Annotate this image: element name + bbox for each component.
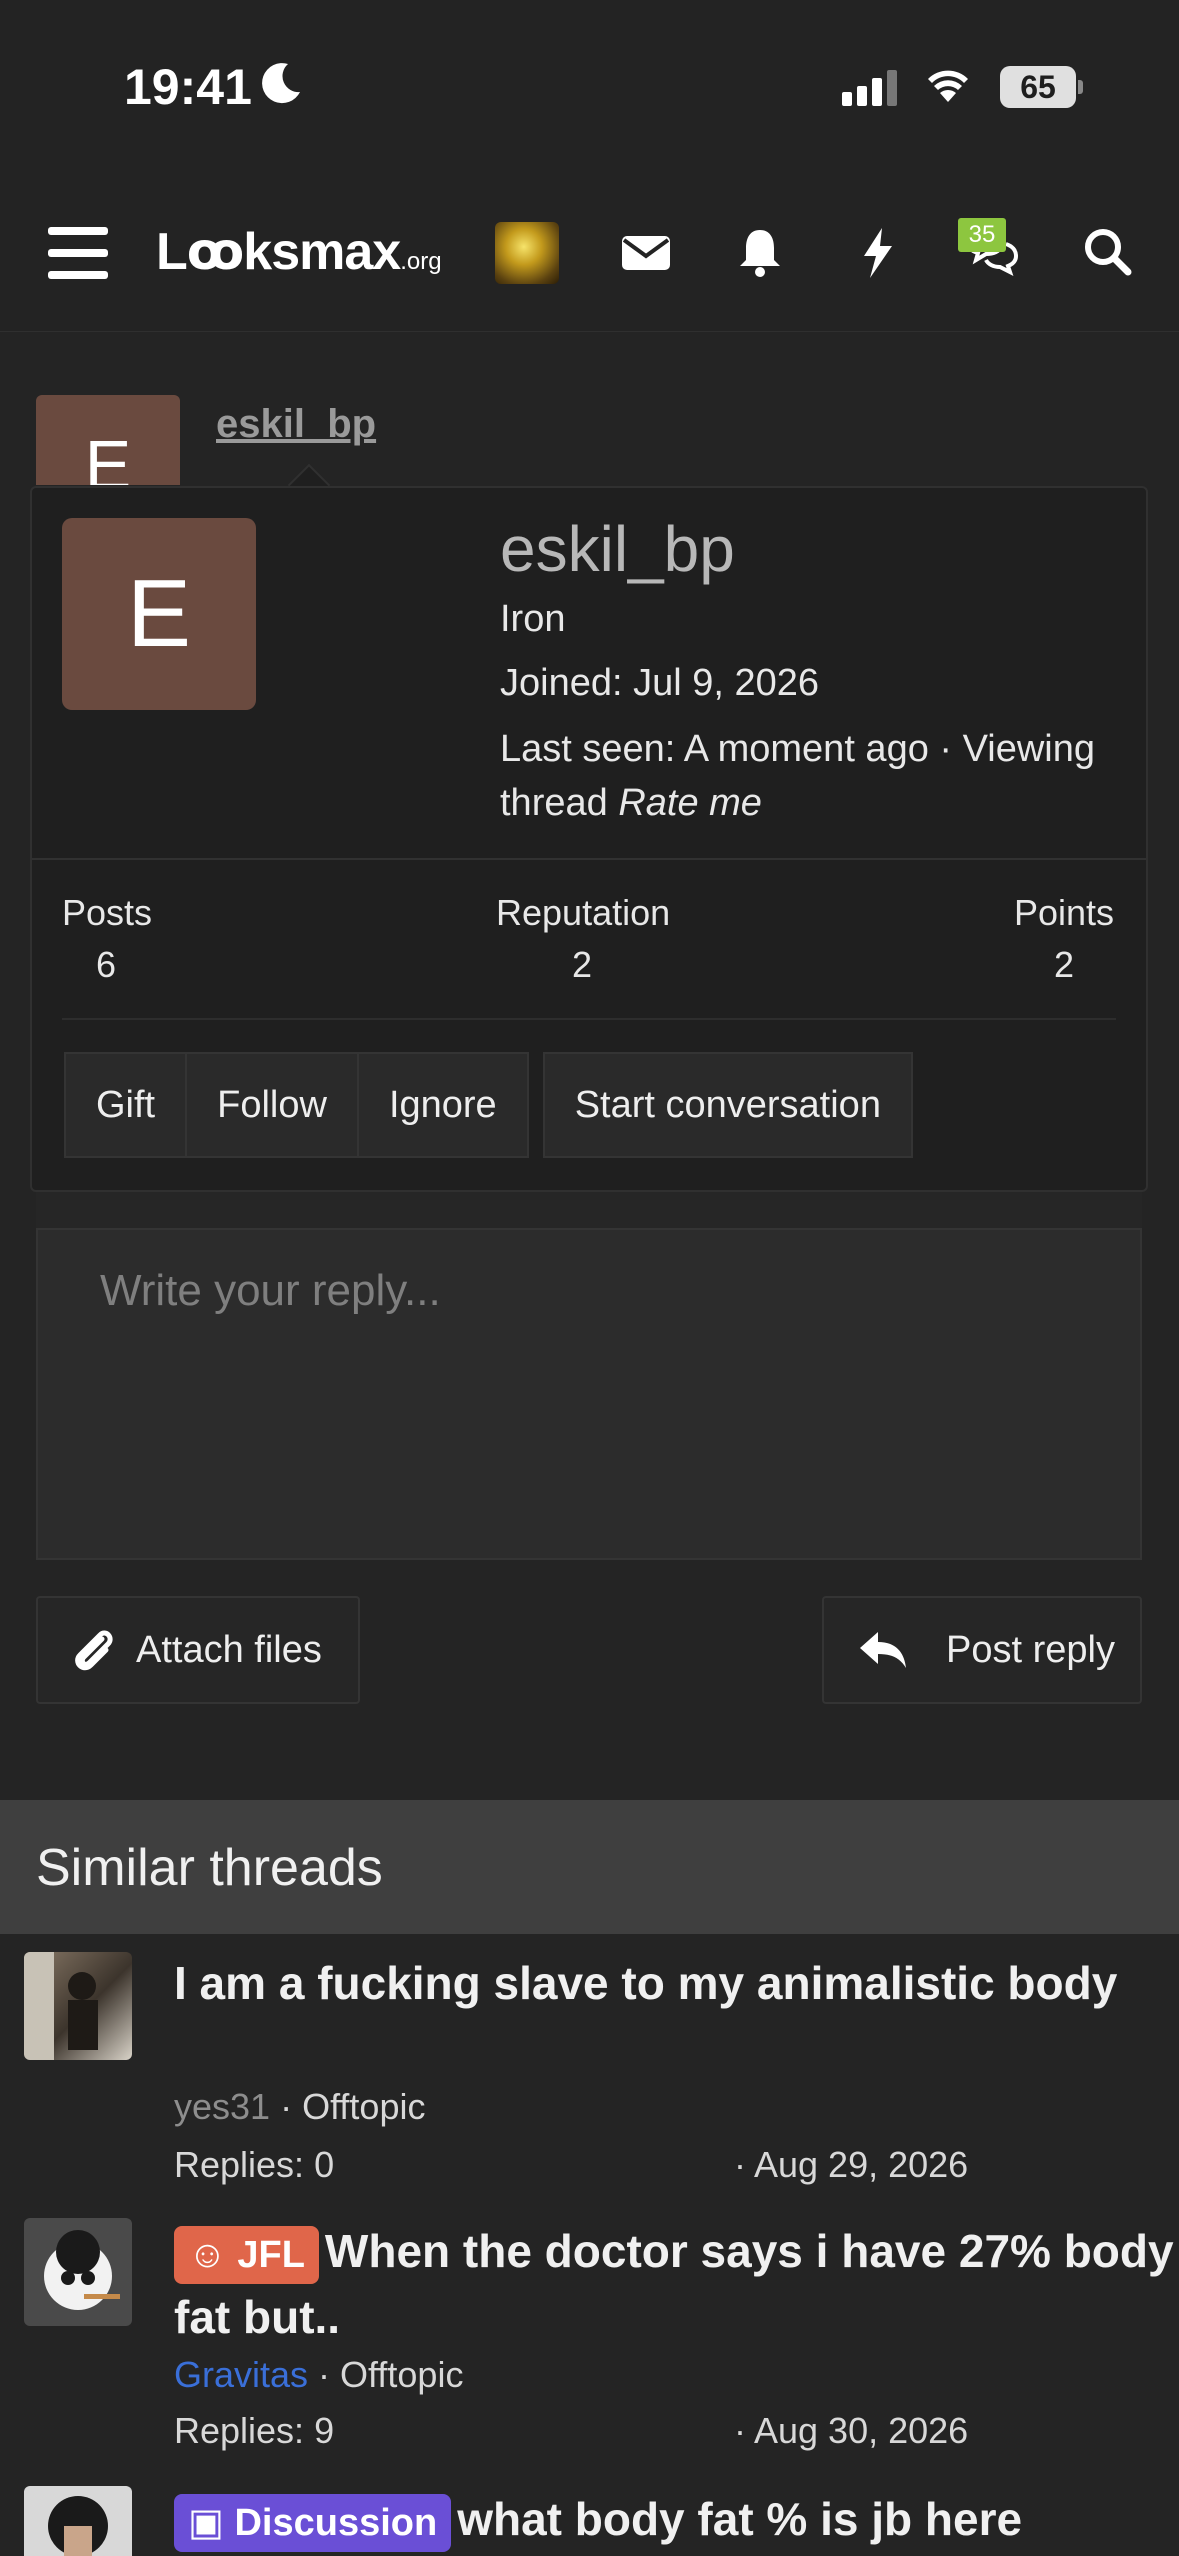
cellular-signal-icon bbox=[842, 70, 902, 106]
thread-meta: Gravitas · Offtopic bbox=[174, 2354, 463, 2396]
reply-placeholder: Write your reply... bbox=[100, 1266, 441, 1315]
thread-author[interactable]: Gravitas bbox=[174, 2354, 308, 2395]
post-author-username[interactable]: eskil_bp bbox=[216, 402, 376, 447]
follow-button[interactable]: Follow bbox=[187, 1052, 359, 1158]
prefix-discussion[interactable]: ▣ Discussion bbox=[174, 2493, 452, 2552]
stat-label-reputation[interactable]: Reputation bbox=[496, 892, 670, 934]
moon-icon bbox=[262, 63, 300, 104]
start-conversation-button[interactable]: Start conversation bbox=[542, 1052, 913, 1158]
thread-author-avatar[interactable] bbox=[24, 2218, 132, 2326]
thread-author-avatar[interactable] bbox=[24, 1952, 132, 2060]
thread-title[interactable]: ▣ Discussion what body fat % is jb here bbox=[174, 2486, 1174, 2556]
battery-tip bbox=[1078, 80, 1083, 94]
paperclip-icon bbox=[75, 1630, 113, 1671]
stat-label-posts[interactable]: Posts bbox=[62, 892, 152, 934]
wifi-icon bbox=[928, 70, 968, 102]
popup-rank: Iron bbox=[500, 598, 566, 640]
thread-author[interactable]: yes31 bbox=[174, 2086, 270, 2127]
thread-title[interactable]: ☺ JFL When the doctor says i have 27% bod… bbox=[174, 2218, 1174, 2350]
bell-icon[interactable] bbox=[730, 222, 790, 282]
status-time: 19:41 bbox=[124, 59, 252, 115]
editor-toolbar[interactable] bbox=[36, 1192, 1142, 1228]
thread-date: · Aug 29, 2026 bbox=[734, 2144, 969, 2185]
conversations-badge: 35 bbox=[958, 218, 1006, 252]
thread-forum[interactable]: · Offtopic bbox=[270, 2086, 425, 2127]
thread-replies: Replies: 0 bbox=[174, 2144, 335, 2185]
popup-last-seen: Last seen: A moment ago · Viewing thread… bbox=[500, 728, 1095, 824]
menu-icon[interactable] bbox=[48, 227, 108, 279]
attach-files-label: Attach files bbox=[136, 1628, 322, 1671]
popup-username[interactable]: eskil_bp bbox=[500, 512, 735, 586]
post-author-avatar[interactable]: E bbox=[36, 395, 180, 485]
thread-title[interactable]: I am a fucking slave to my animalistic b… bbox=[174, 1950, 1174, 2016]
search-icon[interactable] bbox=[1078, 222, 1138, 282]
thread-forum[interactable]: · Offtopic bbox=[308, 2354, 463, 2395]
mail-icon[interactable] bbox=[616, 222, 676, 282]
divider bbox=[62, 1018, 1116, 1020]
ignore-button[interactable]: Ignore bbox=[358, 1052, 529, 1158]
divider bbox=[32, 858, 1146, 860]
viewing-thread-link[interactable]: Rate me bbox=[618, 782, 762, 824]
popup-joined-date: Joined: Jul 9, 2026 bbox=[500, 662, 820, 704]
reply-icon bbox=[860, 1632, 906, 1668]
post-reply-label: Post reply bbox=[946, 1628, 1115, 1671]
thread-date: · Aug 30, 2026 bbox=[734, 2410, 969, 2451]
battery-indicator: 65 bbox=[1000, 66, 1076, 108]
stat-value-reputation: 2 bbox=[572, 944, 593, 985]
prefix-jfl[interactable]: ☺ JFL bbox=[174, 2225, 319, 2284]
site-logo[interactable]: Lꝏksmax.org bbox=[156, 222, 442, 282]
lightning-icon[interactable] bbox=[848, 222, 908, 282]
similar-threads-title: Similar threads bbox=[36, 1839, 383, 1897]
popup-action-buttons: Gift Follow Ignore Start conversation bbox=[64, 1052, 913, 1158]
thread-author-avatar[interactable] bbox=[24, 2486, 132, 2556]
stat-value-points: 2 bbox=[1054, 944, 1075, 985]
thread-replies: Replies: 9 bbox=[174, 2410, 335, 2451]
thread-meta: yes31 · Offtopic bbox=[174, 2086, 425, 2128]
gift-button[interactable]: Gift bbox=[64, 1052, 188, 1158]
post-reply-button[interactable]: Post reply bbox=[822, 1596, 1142, 1704]
attach-files-button[interactable]: Attach files bbox=[36, 1596, 360, 1704]
stat-label-points[interactable]: Points bbox=[1014, 892, 1114, 934]
user-avatar[interactable] bbox=[495, 222, 559, 284]
stat-value-posts: 6 bbox=[96, 944, 117, 985]
popup-avatar[interactable]: E bbox=[62, 518, 256, 710]
